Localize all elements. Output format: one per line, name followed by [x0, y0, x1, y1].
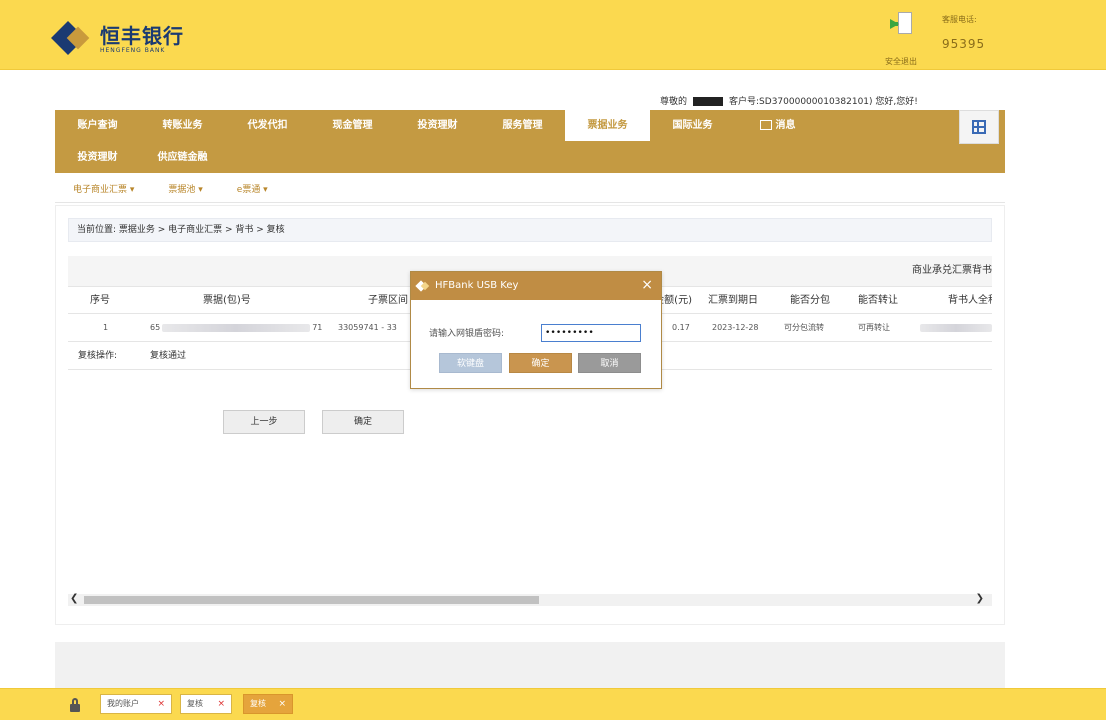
main-nav-row2: 投资理财 供应链金融 [55, 142, 225, 173]
bank-logo-icon [51, 21, 94, 56]
col-sub-range: 子票区间 [368, 295, 408, 306]
dialog-titlebar[interactable]: HFBank USB Key × [411, 272, 661, 300]
bank-logo-icon [415, 280, 430, 292]
main-nav-row1: 账户查询 转账业务 代发代扣 现金管理 投资理财 服务管理 票据业务 国际业务 … [55, 110, 820, 141]
row-endorser [920, 314, 992, 342]
dialog-ok-button[interactable]: 确定 [509, 353, 572, 373]
nav-supply-chain[interactable]: 供应链金融 [140, 142, 225, 173]
grid-icon [972, 120, 986, 134]
hotline: 客服电话: 95395 [942, 14, 985, 51]
col-due-date: 汇票到期日 [708, 295, 758, 306]
task-tab-review-active[interactable]: 复核 × [243, 694, 293, 714]
row-split: 可分包流转 [784, 323, 824, 332]
usb-key-password-input[interactable] [541, 324, 641, 342]
main-nav: 账户查询 转账业务 代发代扣 现金管理 投资理财 服务管理 票据业务 国际业务 … [55, 110, 1005, 173]
horizontal-scrollbar[interactable]: ❮ ❯ [68, 593, 992, 606]
sub-nav: 电子商业汇票 ▾ 票据池 ▾ e票通 ▾ [55, 175, 1005, 203]
lock-icon[interactable] [69, 698, 81, 712]
logout-label: 安全退出 [885, 57, 917, 66]
task-tab-label: 复核 [187, 699, 203, 708]
user-info: 尊敬的 客户号:SD37000000010382101) 您好,您好! [660, 94, 1005, 108]
redacted-bill-no [162, 323, 311, 332]
row-amount: 0.17 [672, 323, 690, 332]
close-icon[interactable]: × [278, 695, 286, 713]
soft-keyboard-button[interactable]: 软键盘 [439, 353, 502, 373]
menu-grid-button[interactable] [959, 110, 999, 144]
user-greeting: 尊敬的 [660, 97, 688, 107]
nav-service-management[interactable]: 服务管理 [480, 110, 565, 141]
confirm-button[interactable]: 确定 [322, 410, 404, 434]
dialog-cancel-button[interactable]: 取消 [578, 353, 641, 373]
breadcrumb: 当前位置: 票据业务 > 电子商业汇票 > 背书 > 复核 [68, 218, 992, 242]
nav-investment[interactable]: 投资理财 [395, 110, 480, 141]
nav-bill-business[interactable]: 票据业务 [565, 110, 650, 141]
header-bar: 恒丰银行 HENGFENG BANK 安全退出 客服电话: 95395 [0, 0, 1106, 70]
close-icon[interactable]: × [157, 695, 165, 713]
password-prompt: 请输入网银盾密码: [429, 329, 505, 339]
redacted-endorser [920, 323, 992, 332]
task-tab-review[interactable]: 复核 × [180, 694, 232, 714]
footer-area [55, 642, 1005, 688]
task-tab-label: 我的账户 [107, 699, 139, 708]
hotline-label: 客服电话: [942, 15, 977, 24]
subnav-e-bill[interactable]: e票通 ▾ [237, 182, 268, 195]
nav-transfer[interactable]: 转账业务 [140, 110, 225, 141]
scrollbar-thumb[interactable] [84, 596, 539, 604]
hotline-number: 95395 [942, 37, 986, 51]
nav-messages-label: 消息 [775, 120, 796, 131]
nav-payroll[interactable]: 代发代扣 [225, 110, 310, 141]
col-endorser: 背书人全称 [948, 295, 992, 306]
scroll-right-icon[interactable]: ❯ [976, 593, 984, 604]
exit-icon [890, 12, 912, 36]
row-bill-no: 65 71 [150, 314, 322, 342]
col-index: 序号 [90, 295, 110, 306]
nav-account-query[interactable]: 账户查询 [55, 110, 140, 141]
logout-button[interactable]: 安全退出 [878, 12, 924, 67]
nav-messages[interactable]: 消息 [735, 110, 820, 141]
row-index: 1 [103, 323, 109, 332]
col-transfer: 能否转让 [858, 295, 898, 306]
usb-key-dialog: HFBank USB Key × 请输入网银盾密码: 软键盘 确定 取消 [410, 271, 662, 389]
row-sub-range: 33059741 - 33 [338, 323, 397, 332]
dialog-title: HFBank USB Key [435, 280, 519, 291]
row-bill-no-head: 65 [150, 323, 161, 332]
bank-name: 恒丰银行 [100, 23, 184, 48]
col-split: 能否分包 [790, 295, 830, 306]
content-frame: 当前位置: 票据业务 > 电子商业汇票 > 背书 > 复核 商业承兑汇票背书 序… [55, 205, 1005, 625]
col-bill-no: 票据(包)号 [203, 295, 251, 306]
task-tab-my-account[interactable]: 我的账户 × [100, 694, 172, 714]
bank-logo: 恒丰银行 HENGFENG BANK [51, 21, 184, 56]
operation-label: 复核操作: [78, 351, 118, 361]
row-due-date: 2023-12-28 [712, 323, 759, 332]
task-tab-label: 复核 [250, 699, 266, 708]
subnav-bill-pool[interactable]: 票据池 ▾ [168, 182, 202, 195]
nav-wealth[interactable]: 投资理财 [55, 142, 140, 173]
subnav-ecds[interactable]: 电子商业汇票 ▾ [73, 182, 134, 195]
redacted-name [693, 97, 724, 106]
nav-international[interactable]: 国际业务 [650, 110, 735, 141]
nav-cash-management[interactable]: 现金管理 [310, 110, 395, 141]
bottom-taskbar: 我的账户 × 复核 × 复核 × [0, 688, 1106, 720]
close-icon[interactable]: × [641, 272, 653, 298]
row-transfer: 可再转让 [858, 323, 890, 332]
scroll-left-icon[interactable]: ❮ [70, 593, 78, 604]
row-bill-no-tail: 71 [312, 323, 323, 332]
operation-value: 复核通过 [150, 351, 187, 361]
message-icon [759, 120, 772, 130]
close-icon[interactable]: × [217, 695, 225, 713]
bank-name-en: HENGFENG BANK [100, 46, 166, 54]
customer-number: 客户号:SD37000000010382101) 您好,您好! [729, 97, 918, 107]
previous-step-button[interactable]: 上一步 [223, 410, 305, 434]
